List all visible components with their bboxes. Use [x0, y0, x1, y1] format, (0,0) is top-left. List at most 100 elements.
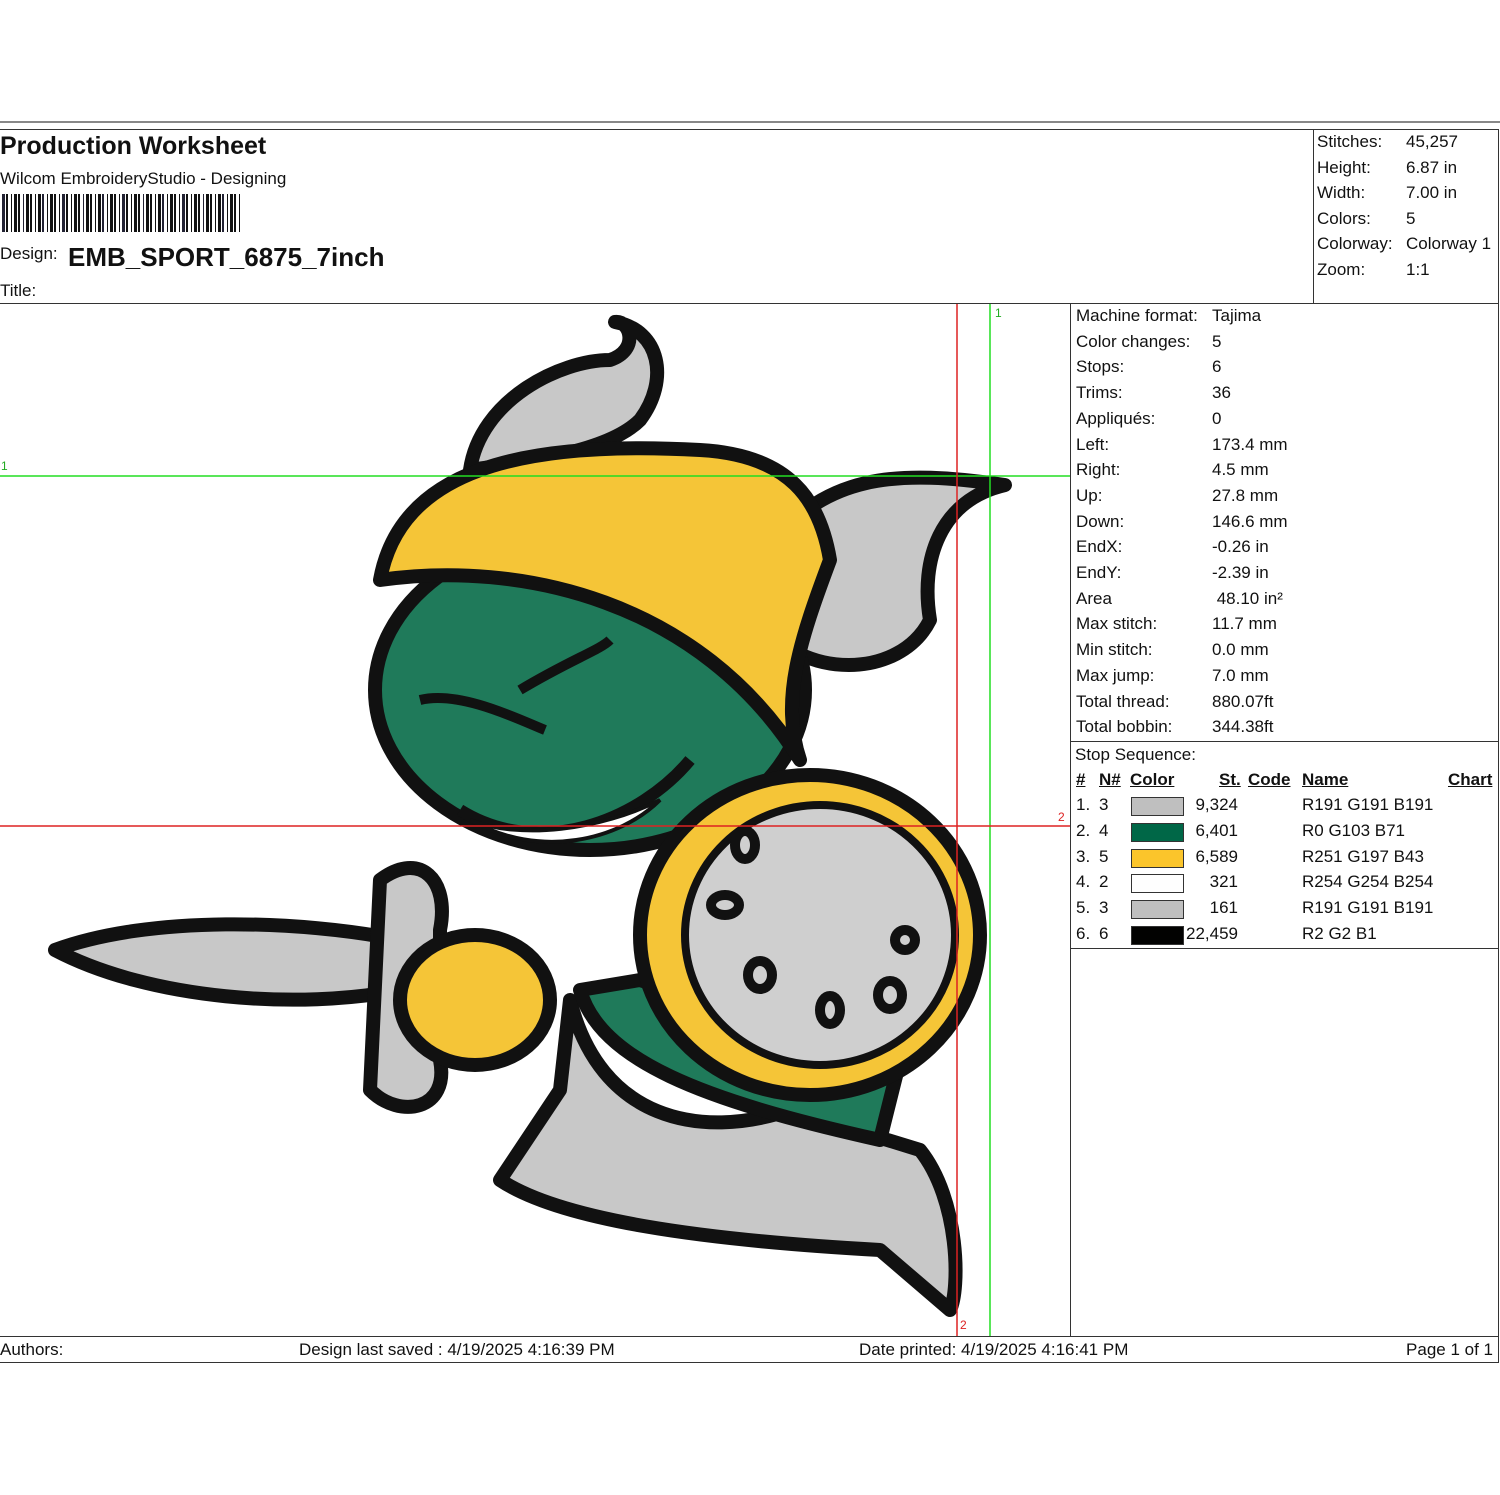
stat-row: Colors: 5 — [1317, 209, 1415, 229]
row-needle: 6 — [1099, 924, 1109, 943]
info-value: 4.5 mm — [1212, 460, 1269, 480]
title-label: Title: — [0, 281, 37, 300]
design-stats: Stitches: 45,257 Height: 6.87 in Width: 7.00 … — [1313, 129, 1499, 304]
col-code: Code — [1248, 770, 1291, 789]
stat-value: 7.00 in — [1406, 183, 1458, 203]
embroidery-design-image — [0, 304, 1070, 1336]
row-stitches: 6,401 — [1195, 820, 1238, 840]
col-stitches: St. — [1219, 770, 1241, 789]
info-value: 5 — [1212, 331, 1222, 351]
info-label: Max jump: — [1076, 665, 1155, 685]
stat-row: Colorway: Colorway 1 — [1317, 234, 1491, 254]
stat-value: 5 — [1406, 208, 1416, 228]
design-name: EMB_SPORT_6875_7inch — [68, 242, 385, 272]
info-value: 0.0 mm — [1212, 640, 1269, 660]
row-name: R191 G191 B191 — [1302, 898, 1434, 918]
stop-row: 2. 4 6,401 R0 G103 B71 — [1076, 821, 1496, 847]
info-label: Max stitch: — [1076, 614, 1158, 634]
info-value: 146.6 mm — [1212, 511, 1288, 531]
row-num: 1. — [1076, 795, 1091, 814]
color-swatch — [1131, 926, 1184, 945]
stat-value: 45,257 — [1406, 132, 1458, 151]
row-needle: 3 — [1099, 898, 1109, 918]
date-printed: Date printed: 4/19/2025 4:16:41 PM — [859, 1340, 1129, 1359]
info-row: EndX: -0.26 in — [1076, 537, 1269, 557]
stat-value: Colorway 1 — [1406, 234, 1492, 254]
row-name: R251 G197 B43 — [1302, 846, 1424, 866]
stop-row: 6. 6 22,459 R2 G2 B1 — [1076, 924, 1496, 950]
info-row: Min stitch: 0.0 mm — [1076, 640, 1269, 660]
stat-row: Width: 7.00 in — [1317, 183, 1457, 203]
info-label: Left: — [1076, 434, 1110, 454]
col-chart: Chart — [1448, 770, 1493, 789]
info-value: -2.39 in — [1212, 563, 1269, 582]
stat-label: Height: — [1317, 157, 1371, 177]
stat-row: Height: 6.87 in — [1317, 158, 1457, 178]
info-value: 344.38ft — [1212, 717, 1274, 737]
info-value: Tajima — [1212, 306, 1262, 325]
info-value: 0 — [1212, 408, 1222, 428]
info-label: Area — [1076, 588, 1112, 608]
stop-row: 3. 5 6,589 R251 G197 B43 — [1076, 847, 1496, 873]
stat-row: Stitches: 45,257 — [1317, 132, 1458, 152]
row-num: 4. — [1076, 872, 1091, 892]
row-needle: 2 — [1099, 872, 1109, 892]
guide-label-green-left: 1 — [1, 459, 8, 473]
stop-row: 4. 2 321 R254 G254 B254 — [1076, 872, 1496, 898]
row-name: R254 G254 B254 — [1302, 872, 1434, 892]
row-name: R2 G2 B1 — [1302, 924, 1377, 943]
stop-row: 5. 3 161 R191 G191 B191 — [1076, 898, 1496, 924]
info-row: Total thread: 880.07ft — [1076, 692, 1273, 712]
info-row: Color changes: 5 — [1076, 332, 1221, 352]
stop-row: 1. 3 9,324 R191 G191 B191 — [1076, 795, 1496, 821]
info-label: Trims: — [1076, 383, 1123, 403]
page-title: Production Worksheet — [0, 132, 267, 160]
app-subtitle: Wilcom EmbroideryStudio - Designing — [0, 169, 287, 188]
info-label: Stops: — [1076, 357, 1125, 377]
info-value: 880.07ft — [1212, 691, 1274, 711]
info-row: Right: 4.5 mm — [1076, 460, 1269, 480]
sword-blade — [48, 917, 407, 1007]
info-row: Appliqués: 0 — [1076, 409, 1221, 429]
info-label: Appliqués: — [1076, 408, 1156, 428]
row-needle: 5 — [1099, 846, 1109, 866]
info-value: 11.7 mm — [1212, 614, 1277, 634]
page-number: Page 1 of 1 — [1406, 1340, 1493, 1359]
info-row: Max jump: 7.0 mm — [1076, 666, 1269, 686]
info-row: EndY: -2.39 in — [1076, 563, 1269, 583]
stop-sequence: Stop Sequence: # N# Color St. Code Name … — [1071, 741, 1499, 949]
stat-label: Width: — [1317, 183, 1366, 203]
top-rule — [0, 121, 1500, 123]
barcode-bar — [240, 194, 242, 232]
authors-label: Authors: — [0, 1340, 64, 1359]
info-value: 36 — [1212, 383, 1231, 403]
info-row: Down: 146.6 mm — [1076, 512, 1288, 532]
barcode — [2, 194, 418, 232]
col-name: Name — [1302, 770, 1349, 789]
stat-value: 6.87 in — [1406, 157, 1458, 177]
info-value: 27.8 mm — [1212, 485, 1279, 505]
row-stitches: 22,459 — [1186, 924, 1238, 943]
color-swatch — [1131, 900, 1184, 920]
last-saved: Design last saved : 4/19/2025 4:16:39 PM — [299, 1340, 615, 1359]
info-row: Machine format: Tajima — [1076, 306, 1261, 326]
guide-label-red-right: 2 — [1058, 810, 1065, 824]
stat-label: Colors: — [1317, 208, 1371, 228]
info-value: 173.4 mm — [1212, 434, 1288, 454]
info-label: Right: — [1076, 460, 1121, 480]
row-needle: 3 — [1099, 795, 1109, 814]
info-label: Total thread: — [1076, 691, 1170, 711]
row-stitches: 161 — [1209, 898, 1238, 918]
stat-label: Colorway: — [1317, 234, 1393, 254]
row-stitches: 6,589 — [1195, 846, 1238, 866]
row-num: 6. — [1076, 924, 1091, 943]
row-stitches: 9,324 — [1195, 795, 1238, 814]
info-row: Area 48.10 in² — [1076, 589, 1283, 609]
row-needle: 4 — [1099, 820, 1109, 840]
guide-label-green-top: 1 — [995, 306, 1002, 320]
info-label: Min stitch: — [1076, 640, 1153, 660]
col-num: # — [1076, 770, 1086, 789]
info-label: Total bobbin: — [1076, 717, 1173, 737]
col-needle: N# — [1099, 770, 1121, 789]
info-row: Left: 173.4 mm — [1076, 435, 1288, 455]
